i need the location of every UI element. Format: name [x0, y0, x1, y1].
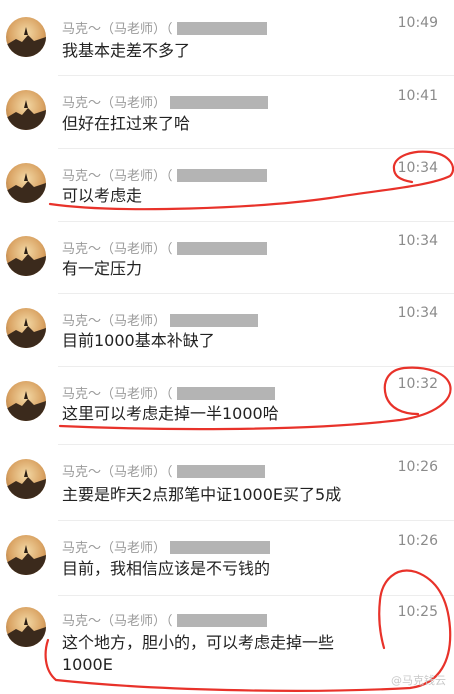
redacted-id: [170, 314, 259, 327]
message-time: 10:34: [397, 305, 438, 321]
sender-name: 马克～（马老师）（: [62, 383, 275, 402]
avatar[interactable]: [6, 17, 46, 57]
message-time: 10:26: [397, 459, 438, 475]
message-time: 10:32: [397, 376, 438, 392]
redacted-id: [176, 242, 267, 255]
sender-label: 马克～（马老师）: [62, 541, 167, 556]
avatar[interactable]: [6, 236, 46, 276]
redacted-id: [176, 387, 275, 400]
message-time: 10:41: [397, 88, 438, 104]
message-list: 马克～（马老师）（ 10:49 我基本走差不多了 马克～（马老师） 10:41 …: [0, 0, 454, 694]
avatar[interactable]: [6, 535, 46, 575]
sender-label: 马克～（马老师）: [62, 96, 167, 111]
sender-label: 马克～（马老师）（: [62, 614, 173, 629]
message-time: 10:49: [397, 15, 438, 31]
redacted-id: [176, 169, 267, 182]
sender-label: 马克～（马老师）（: [62, 465, 173, 480]
message-time: 10:25: [397, 604, 438, 620]
avatar[interactable]: [6, 459, 46, 499]
sender-name: 马克～（马老师）（: [62, 610, 267, 629]
message-time: 10:26: [397, 533, 438, 549]
avatar[interactable]: [6, 607, 46, 647]
message-text: 主要是昨天2点那笔中证1000E买了5成: [62, 485, 342, 504]
sender-label: 马克～（马老师）: [62, 314, 167, 329]
divider: [58, 366, 454, 367]
message-text: 可以考虑走: [62, 186, 143, 205]
message-text: 这里可以考虑走掉一半1000哈: [62, 404, 279, 423]
divider: [58, 520, 454, 521]
sender-name: 马克～（马老师）: [62, 310, 259, 329]
sender-name: 马克～（马老师）（: [62, 18, 267, 37]
avatar[interactable]: [6, 308, 46, 348]
message-text: 目前，我相信应该是不亏钱的: [62, 559, 271, 578]
sender-name: 马克～（马老师）（: [62, 165, 267, 184]
sender-label: 马克～（马老师）（: [62, 169, 173, 184]
message-text: 但好在扛过来了哈: [62, 114, 191, 133]
watermark: @马克钱云: [391, 674, 446, 687]
avatar[interactable]: [6, 381, 46, 421]
sender-name: 马克～（马老师）（: [62, 238, 267, 257]
message-text: 目前1000基本补缺了: [62, 331, 215, 350]
message-text: 我基本走差不多了: [62, 41, 191, 60]
divider: [58, 148, 454, 149]
redacted-id: [176, 465, 265, 478]
sender-label: 马克～（马老师）（: [62, 242, 173, 257]
sender-name: 马克～（马老师）: [62, 537, 271, 556]
avatar[interactable]: [6, 90, 46, 130]
redacted-id: [176, 22, 267, 35]
message-text: 这个地方，胆小的，可以考虑走掉一些1000E: [62, 633, 335, 674]
divider: [58, 75, 454, 76]
divider: [58, 595, 454, 596]
message-time: 10:34: [397, 233, 438, 249]
message-time: 10:34: [397, 160, 438, 176]
divider: [58, 444, 454, 445]
sender-name: 马克～（马老师）: [62, 92, 269, 111]
divider: [58, 293, 454, 294]
divider: [58, 221, 454, 222]
sender-label: 马克～（马老师）（: [62, 387, 173, 402]
sender-label: 马克～（马老师）（: [62, 22, 173, 37]
message-text: 有一定压力: [62, 259, 143, 278]
redacted-id: [170, 541, 271, 554]
sender-name: 马克～（马老师）（: [62, 461, 265, 480]
avatar[interactable]: [6, 163, 46, 203]
redacted-id: [176, 614, 267, 627]
redacted-id: [170, 96, 269, 109]
